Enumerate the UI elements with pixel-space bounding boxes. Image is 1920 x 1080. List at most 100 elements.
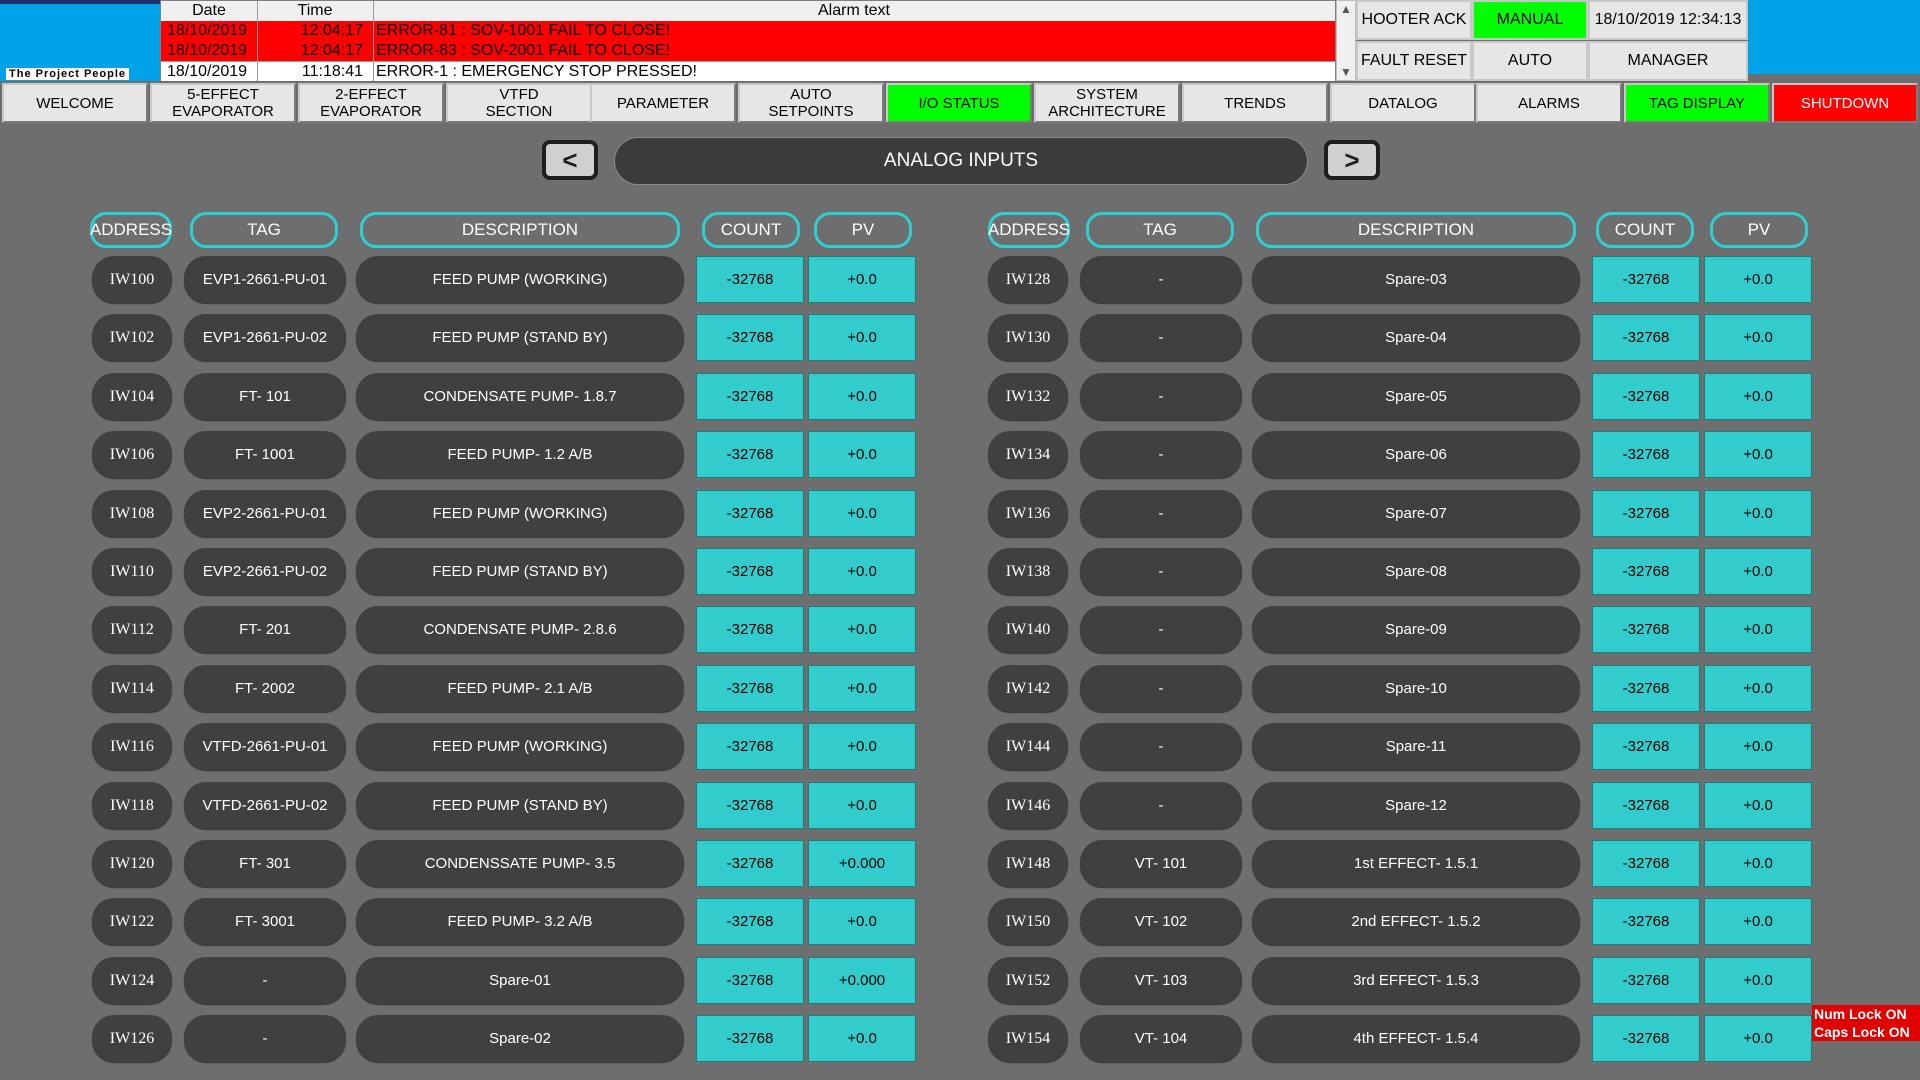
alarm-table[interactable]: Date Time Alarm text 18/10/2019 12:04:17… — [160, 0, 1336, 82]
right-header-count: COUNT — [1596, 212, 1694, 248]
tag-cell: - — [184, 957, 346, 1004]
alarm-row[interactable]: 18/10/2019 11:18:41 ERROR-1 : EMERGENCY … — [161, 61, 1335, 82]
count-value: -32768 — [696, 665, 804, 712]
pv-value: +0.0 — [1704, 490, 1812, 537]
pv-value: +0.0 — [1704, 373, 1812, 420]
address-cell: IW106 — [92, 431, 172, 478]
alarm-column-divider — [257, 1, 258, 82]
description-cell: 3rd EFFECT- 1.5.3 — [1252, 957, 1580, 1004]
left-header-pv: PV — [814, 212, 912, 248]
address-cell: IW112 — [92, 606, 172, 653]
description-cell: Spare-02 — [356, 1015, 684, 1062]
scroll-up-icon[interactable]: ▲ — [1340, 2, 1352, 16]
pv-value: +0.0 — [808, 431, 916, 478]
address-cell: IW114 — [92, 665, 172, 712]
pv-value: +0.0 — [1704, 314, 1812, 361]
alarm-scrollbar[interactable]: ▲ ▼ — [1336, 0, 1356, 81]
count-value: -32768 — [1592, 606, 1700, 653]
description-cell: FEED PUMP (WORKING) — [356, 256, 684, 303]
tag-cell: FT- 3001 — [184, 898, 346, 945]
count-value: -32768 — [696, 256, 804, 303]
count-value: -32768 — [696, 606, 804, 653]
main-nav: WELCOME 5-EFFECT EVAPORATOR 2-EFFECT EVA… — [0, 81, 1920, 123]
manual-mode-button[interactable]: MANUAL — [1472, 0, 1588, 40]
address-cell: IW100 — [92, 256, 172, 303]
pv-value: +0.0 — [1704, 723, 1812, 770]
description-cell: 2nd EFFECT- 1.5.2 — [1252, 898, 1580, 945]
next-page-button[interactable]: > — [1324, 140, 1380, 180]
count-value: -32768 — [1592, 782, 1700, 829]
nav-auto-setpoints[interactable]: AUTO SETPOINTS — [738, 83, 884, 123]
count-value: -32768 — [696, 723, 804, 770]
brand-panel — [1748, 0, 1920, 74]
pv-value: +0.0 — [1704, 957, 1812, 1004]
company-logo: The Project People — [0, 0, 160, 81]
left-header-description: DESCRIPTION — [360, 212, 680, 248]
fault-reset-button[interactable]: FAULT RESET — [1356, 41, 1472, 81]
alarm-text: ERROR-1 : EMERGENCY STOP PRESSED! — [376, 63, 697, 80]
logo-bar — [0, 0, 160, 4]
count-value: -32768 — [1592, 840, 1700, 887]
count-value: -32768 — [1592, 957, 1700, 1004]
description-cell: Spare-04 — [1252, 314, 1580, 361]
description-cell: 4th EFFECT- 1.5.4 — [1252, 1015, 1580, 1062]
nav-datalog[interactable]: DATALOG — [1330, 83, 1476, 123]
nav-alarms[interactable]: ALARMS — [1476, 83, 1622, 123]
tag-cell: FT- 2002 — [184, 665, 346, 712]
nav-tag-display[interactable]: TAG DISPLAY — [1624, 83, 1770, 123]
nav-parameter[interactable]: PARAMETER — [590, 83, 736, 123]
tag-cell: - — [1080, 431, 1242, 478]
count-value: -32768 — [696, 957, 804, 1004]
nav-vtfd-section[interactable]: VTFD SECTION — [446, 83, 592, 123]
alarm-row[interactable]: 18/10/2019 12:04:17 ERROR-81 : SOV-1001 … — [161, 21, 1335, 41]
alarm-row[interactable]: 18/10/2019 12:04:17 ERROR-83 : SOV-2001 … — [161, 41, 1335, 61]
pv-value: +0.0 — [808, 723, 916, 770]
count-value: -32768 — [1592, 314, 1700, 361]
tag-cell: FT- 101 — [184, 373, 346, 420]
address-cell: IW102 — [92, 314, 172, 361]
auto-mode-button[interactable]: AUTO — [1472, 41, 1588, 81]
count-value: -32768 — [696, 840, 804, 887]
count-value: -32768 — [1592, 898, 1700, 945]
description-cell: FEED PUMP (WORKING) — [356, 490, 684, 537]
count-value: -32768 — [1592, 548, 1700, 595]
pv-value: +0.0 — [808, 490, 916, 537]
tag-cell: EVP1-2661-PU-02 — [184, 314, 346, 361]
tag-cell: - — [1080, 723, 1242, 770]
nav-io-status[interactable]: I/O STATUS — [886, 83, 1032, 123]
address-cell: IW142 — [988, 665, 1068, 712]
nav-5-effect-evaporator[interactable]: 5-EFFECT EVAPORATOR — [150, 83, 296, 123]
alarm-date: 18/10/2019 — [167, 42, 248, 59]
count-value: -32768 — [1592, 723, 1700, 770]
address-cell: IW144 — [988, 723, 1068, 770]
address-cell: IW140 — [988, 606, 1068, 653]
pv-value: +0.0 — [1704, 256, 1812, 303]
nav-system-architecture[interactable]: SYSTEM ARCHITECTURE — [1034, 83, 1180, 123]
alarm-time: 12:04:17 — [300, 42, 363, 59]
shutdown-button[interactable]: SHUTDOWN — [1772, 83, 1918, 123]
address-cell: IW152 — [988, 957, 1068, 1004]
address-cell: IW110 — [92, 548, 172, 595]
user-button[interactable]: MANAGER — [1588, 41, 1748, 81]
tag-cell: FT- 301 — [184, 840, 346, 887]
description-cell: Spare-07 — [1252, 490, 1580, 537]
tag-cell: - — [1080, 373, 1242, 420]
pv-value: +0.0 — [808, 782, 916, 829]
logo-text: The Project People — [6, 68, 130, 80]
address-cell: IW132 — [988, 373, 1068, 420]
alarm-text: ERROR-81 : SOV-1001 FAIL TO CLOSE! — [376, 22, 671, 39]
description-cell: FEED PUMP (STAND BY) — [356, 782, 684, 829]
nav-trends[interactable]: TRENDS — [1182, 83, 1328, 123]
description-cell: Spare-03 — [1252, 256, 1580, 303]
count-value: -32768 — [696, 373, 804, 420]
nav-2-effect-evaporator[interactable]: 2-EFFECT EVAPORATOR — [298, 83, 444, 123]
chevron-right-icon: > — [1344, 144, 1360, 175]
hooter-ack-button[interactable]: HOOTER ACK — [1356, 0, 1472, 40]
alarm-date: 18/10/2019 — [167, 22, 248, 39]
right-header-tag: TAG — [1086, 212, 1234, 248]
nav-welcome[interactable]: WELCOME — [2, 83, 148, 123]
prev-page-button[interactable]: < — [542, 140, 598, 180]
scroll-down-icon[interactable]: ▼ — [1340, 65, 1352, 79]
pv-value: +0.000 — [808, 840, 916, 887]
tag-cell: EVP1-2661-PU-01 — [184, 256, 346, 303]
